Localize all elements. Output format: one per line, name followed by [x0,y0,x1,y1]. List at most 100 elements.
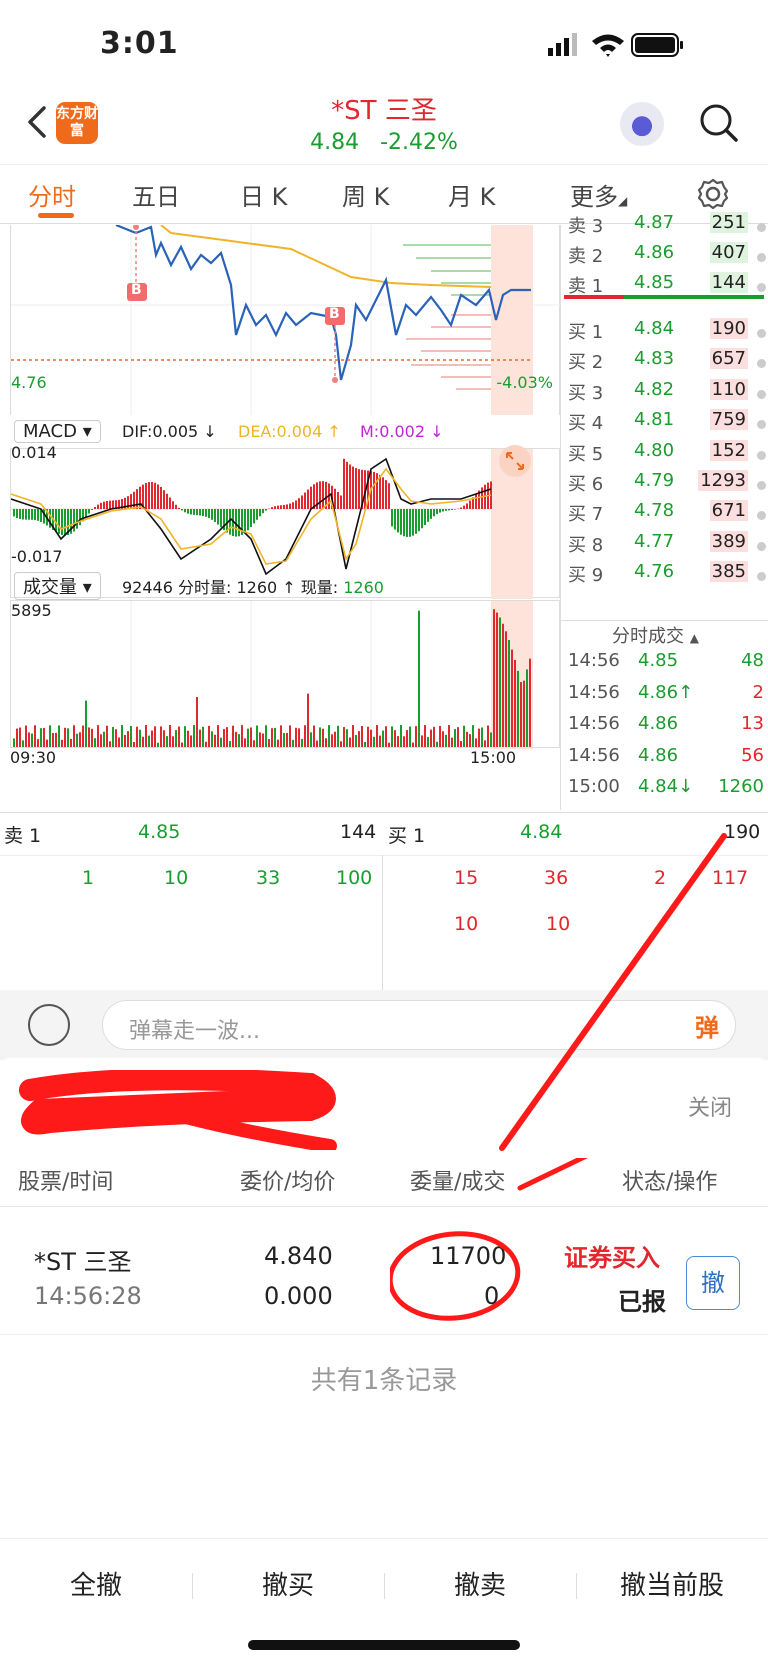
volume-chart[interactable]: 5895 [10,600,560,749]
price-chart[interactable]: B B 4.76 -4.03% [10,223,561,415]
tab-five-day[interactable]: 五日 [132,177,180,212]
macd-bar [421,509,423,529]
volume-bar [100,734,102,747]
volume-bar [442,731,444,747]
macd-bar [61,509,63,535]
volume-bar [34,725,36,747]
record-count: 共有1条记录 [310,1366,458,1396]
buy-level-row[interactable]: 买 3 4.82 110 [568,378,768,409]
search-icon[interactable] [698,102,740,144]
volume-bar [139,729,141,747]
volume-bar [109,741,111,747]
level-volume: 144 [709,272,748,293]
macd-bar [358,469,360,509]
macd-indicator-select[interactable]: MACD ▾ [14,420,101,443]
macd-bar [106,500,108,509]
volume-bar [505,631,507,747]
volume-bar [160,726,162,747]
macd-bar [256,509,258,520]
volume-bar [388,742,390,747]
buy-level-row[interactable]: 买 7 4.78 671 [568,500,768,530]
macd-bar [340,495,342,509]
macd-bar [151,481,153,509]
level-label: 买 5 [568,443,604,465]
volume-bar [523,680,525,747]
macd-bar [322,481,324,509]
level-volume: 251 [709,212,748,233]
macd-bar [247,509,249,531]
volume-bar [136,726,138,747]
tab-more[interactable]: 更多◢ [570,177,627,212]
red-arrow-line [499,833,727,1151]
assistant-robot-icon[interactable] [620,102,664,146]
macd-bar [280,505,282,509]
fullscreen-icon[interactable] [497,443,533,479]
cancel-sell-button[interactable]: 撤卖 [384,1565,576,1602]
volume-bar [244,738,246,747]
status-icons [548,33,683,57]
volume-bar [103,731,105,747]
sell-queue-item: 10 [164,867,189,889]
level-dot-icon [757,420,766,430]
level-dot-icon [757,253,766,262]
buy-level-row[interactable]: 买 6 4.79 1293 [568,470,768,500]
volume-indicator-select[interactable]: 成交量 ▾ [14,572,101,600]
cancel-current-stock-button[interactable]: 撤当前股 [576,1565,768,1602]
buy-level-row[interactable]: 买 5 4.80 152 [568,439,768,470]
macd-bar [271,507,273,509]
macd-bar [208,509,210,519]
level-dot-icon [757,359,766,369]
buy-level-row[interactable]: 买 2 4.83 657 [568,348,768,378]
level-label: 买 2 [568,352,604,374]
volume-bar [202,726,204,747]
volume-bar [316,740,318,747]
tab-weekly-k[interactable]: 周 K [342,177,389,212]
sell-level-row[interactable]: 卖 3 4.87 251 [568,212,768,242]
tick-row: 14:56 4.85 48 [568,650,764,680]
volume-bar [310,732,312,747]
cancel-all-button[interactable]: 全撤 [0,1565,192,1602]
macd-bar [385,480,387,509]
ticks-title[interactable]: 分时成交 ▲ [612,622,699,648]
level-volume: 407 [709,242,748,263]
volume-bar [376,725,378,747]
macd-bar [217,509,219,525]
macd-bar [427,509,429,522]
level-label: 买 9 [568,565,604,587]
volume-bar [211,731,213,747]
macd-bar [382,477,384,509]
buy-level-row[interactable]: 买 9 4.76 385 [568,561,768,591]
volume-bar [196,696,198,747]
macd-bar [391,509,393,527]
macd-bar [91,509,93,511]
sell-level-row[interactable]: 卖 2 4.86 407 [568,242,768,272]
volume-bar [313,725,315,747]
wifi-icon [592,34,624,57]
macd-bar [145,482,147,509]
cancel-buy-button[interactable]: 撤买 [192,1565,384,1602]
macd-min-label: -0.017 [11,547,63,566]
macd-bar [442,509,444,512]
volume-bar [94,738,96,747]
level-label: 买 7 [568,504,604,526]
macd-bar [55,509,57,533]
stock-price: 4.84 [310,130,360,155]
buy-level-row[interactable]: 买 4 4.81 759 [568,409,768,439]
volume-header: 成交量 ▾ 92446 分时量: 1260 ↑ 现量: 1260 [10,570,560,600]
volume-bar [421,735,423,747]
dea-value: DEA:0.004 ↑ [238,422,341,441]
macd-bar [418,509,420,532]
volume-bar [487,725,489,747]
volume-bar [373,736,375,747]
volume-bar [478,728,480,747]
tab-daily-k[interactable]: 日 K [240,177,287,212]
tab-intraday[interactable]: 分时 [28,177,76,212]
buy-level-row[interactable]: 买 8 4.77 389 [568,530,768,561]
settings-gear-icon[interactable] [696,177,730,211]
tab-monthly-k[interactable]: 月 K [448,177,495,212]
level-price: 4.82 [634,378,675,400]
volume-bar [154,726,156,747]
volume-bar [40,728,42,747]
notes-icon[interactable] [28,1004,70,1046]
buy-level-row[interactable]: 买 1 4.84 190 [568,318,768,348]
